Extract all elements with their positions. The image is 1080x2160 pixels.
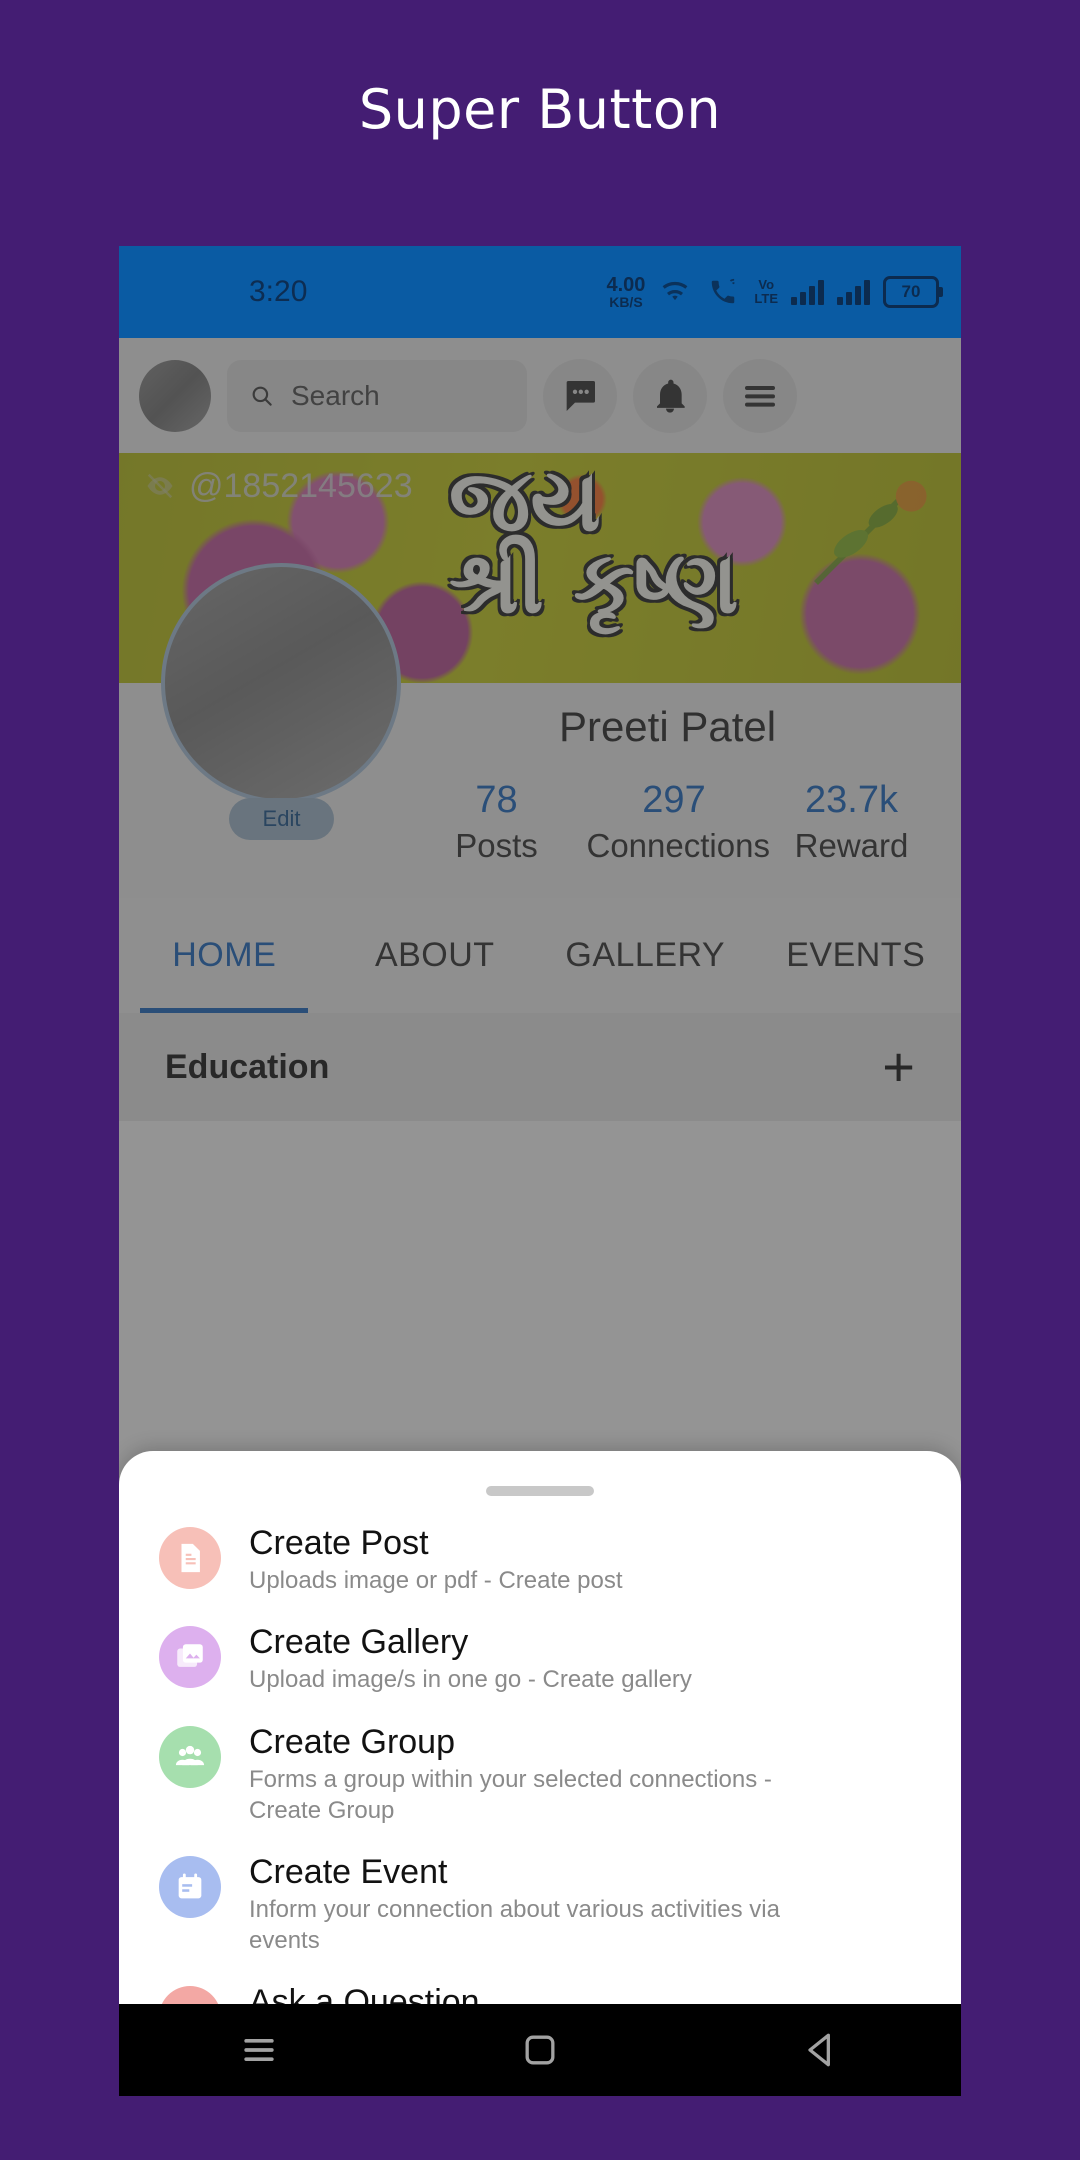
education-title: Education: [165, 1047, 330, 1086]
list-item-subtitle: Forms a group within your selected conne…: [249, 1765, 772, 1824]
tab-events[interactable]: EVENTS: [751, 898, 962, 1013]
list-item-subtitle: Inform your connection about various act…: [249, 1896, 780, 1955]
back-triangle-icon[interactable]: [799, 2028, 843, 2072]
tab-gallery[interactable]: GALLERY: [540, 898, 751, 1013]
bell-icon: [657, 379, 685, 413]
status-bar: 3:20 4.00 KB/S Vo LTE 70: [119, 246, 961, 338]
volte-line-2: LTE: [754, 291, 778, 306]
stat-value: 297: [642, 779, 706, 821]
list-item-text: Create Post Uploads image or pdf - Creat…: [249, 1523, 623, 1596]
bottom-sheet: Create Post Uploads image or pdf - Creat…: [119, 1451, 961, 2051]
app-top-bar: Search: [119, 338, 961, 453]
document-icon: [181, 1543, 200, 1573]
sheet-action-list: Create Post Uploads image or pdf - Creat…: [119, 1502, 961, 2051]
network-speed-unit: KB/S: [609, 294, 643, 310]
calendar-icon-wrap: [159, 1855, 221, 1918]
page-title: Super Button: [358, 78, 722, 141]
list-item-title: Create Group: [249, 1722, 455, 1761]
network-speed-value: 4.00: [606, 274, 646, 296]
education-section-header: Education +: [119, 1013, 961, 1121]
group-people-icon-wrap: [159, 1725, 221, 1788]
signal-bars-icon-sim2: [837, 279, 870, 305]
recents-icon[interactable]: [237, 2028, 281, 2072]
call-wifi-icon: [712, 278, 735, 304]
list-item-create-event[interactable]: Create Event Inform your connection abou…: [119, 1839, 961, 1969]
search-icon: [252, 386, 272, 406]
battery-indicator: 70: [883, 276, 943, 308]
avatar[interactable]: [139, 359, 211, 432]
stat-value: 78: [475, 779, 518, 821]
stat-label: Reward: [794, 826, 909, 864]
stat-label: Posts: [455, 826, 538, 864]
photo-stack-icon-wrap: [159, 1626, 221, 1689]
profile-name: Preeti Patel: [558, 703, 777, 750]
group-people-icon: [175, 1745, 205, 1765]
wifi-icon: [663, 281, 688, 301]
list-item-create-group[interactable]: Create Group Forms a group within your s…: [119, 1709, 961, 1839]
volte-indicator: Vo LTE: [754, 278, 778, 305]
home-square-icon[interactable]: [518, 2028, 562, 2072]
profile-section: Edit Preeti Patel 78 Posts 297 Connectio…: [119, 563, 961, 898]
cover-handle: @1852145623: [189, 467, 413, 505]
list-item-text: Create Event Inform your connection abou…: [249, 1852, 829, 1956]
chat-bubble-icon: [566, 380, 595, 411]
list-item-create-gallery[interactable]: Create Gallery Upload image/s in one go …: [119, 1609, 961, 1708]
edit-profile-button[interactable]: Edit: [229, 798, 334, 840]
calendar-icon: [178, 1873, 202, 1899]
signal-bars-icon-sim1: [791, 279, 824, 305]
stat-reward[interactable]: 23.7k Reward: [764, 777, 939, 866]
battery-level: 70: [901, 282, 921, 301]
list-item-text: Create Group Forms a group within your s…: [249, 1722, 829, 1826]
watermark-icon: [147, 473, 173, 499]
list-item-title: Create Event: [249, 1852, 448, 1891]
document-icon-wrap: [159, 1527, 221, 1589]
search-placeholder: Search: [291, 379, 380, 411]
sheet-drag-handle[interactable]: [486, 1486, 594, 1496]
list-item-title: Create Post: [249, 1524, 429, 1562]
status-icons: 4.00 KB/S Vo LTE 70: [606, 275, 943, 309]
list-item-title: Create Gallery: [249, 1623, 469, 1662]
volte-line-1: Vo: [758, 277, 775, 293]
messages-button[interactable]: [543, 358, 617, 433]
menu-button[interactable]: [723, 358, 797, 433]
android-navigation-bar: [119, 2004, 961, 2096]
photo-stack-icon: [177, 1644, 203, 1668]
stat-posts[interactable]: 78 Posts: [409, 777, 584, 866]
tab-home[interactable]: HOME: [119, 898, 330, 1013]
stat-connections[interactable]: 297 Connections: [586, 777, 770, 866]
tab-about[interactable]: ABOUT: [330, 898, 541, 1013]
profile-stats: 78 Posts 297 Connections 23.7k Reward: [409, 777, 939, 866]
hamburger-menu-icon: [745, 385, 775, 407]
profile-tabs: HOME ABOUT GALLERY EVENTS: [119, 898, 961, 1014]
network-speed-indicator: 4.00 KB/S: [606, 275, 645, 309]
add-education-button[interactable]: +: [882, 1039, 915, 1095]
search-input[interactable]: Search: [227, 359, 527, 432]
profile-avatar[interactable]: [161, 563, 401, 803]
stat-label: Connections: [586, 826, 770, 864]
status-time: 3:20: [249, 275, 308, 308]
list-item-create-post[interactable]: Create Post Uploads image or pdf - Creat…: [119, 1510, 961, 1609]
list-item-subtitle: Upload image/s in one go - Create galler…: [249, 1666, 692, 1694]
phone-frame: 3:20 4.00 KB/S Vo LTE 70 Search @1852145…: [119, 246, 961, 2096]
list-item-text: Create Gallery Upload image/s in one go …: [249, 1622, 692, 1695]
list-item-subtitle: Uploads image or pdf - Create post: [249, 1567, 623, 1595]
notifications-button[interactable]: [633, 358, 707, 433]
floral-decoration-icon: [814, 480, 927, 585]
stat-value: 23.7k: [805, 779, 898, 821]
